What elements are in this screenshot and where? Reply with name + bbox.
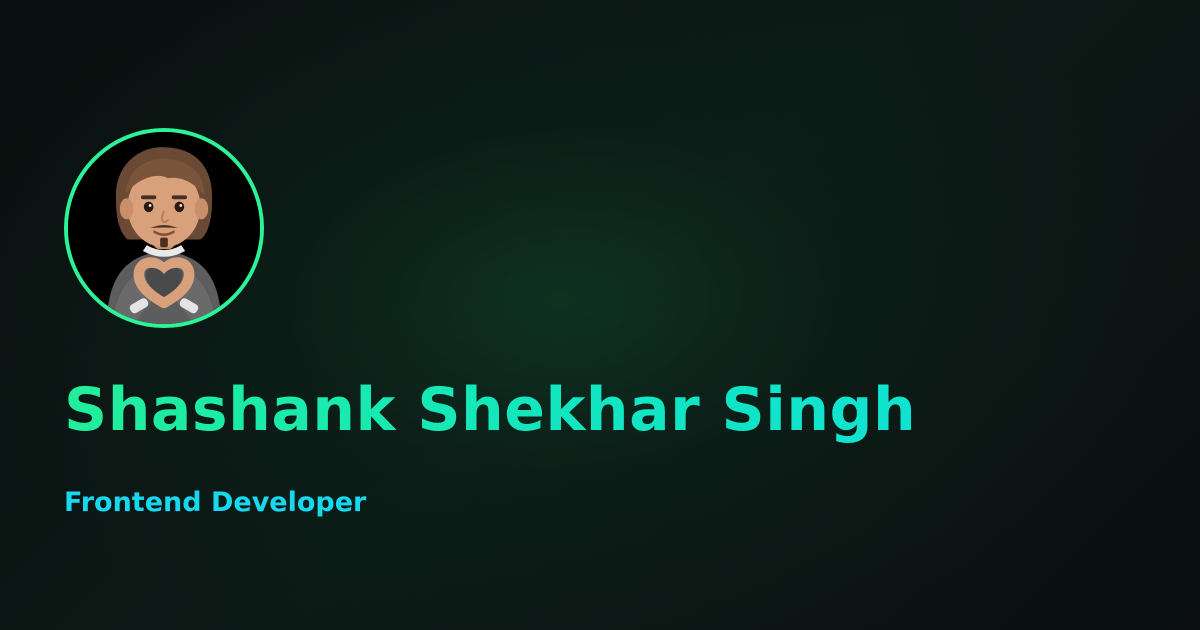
profile-name: Shashank Shekhar Singh <box>64 375 917 445</box>
profile-card: Shashank Shekhar Singh Frontend Develope… <box>0 0 1200 630</box>
avatar <box>64 128 264 328</box>
memoji-heart-hands-icon <box>68 132 260 324</box>
profile-role: Frontend Developer <box>64 487 367 518</box>
